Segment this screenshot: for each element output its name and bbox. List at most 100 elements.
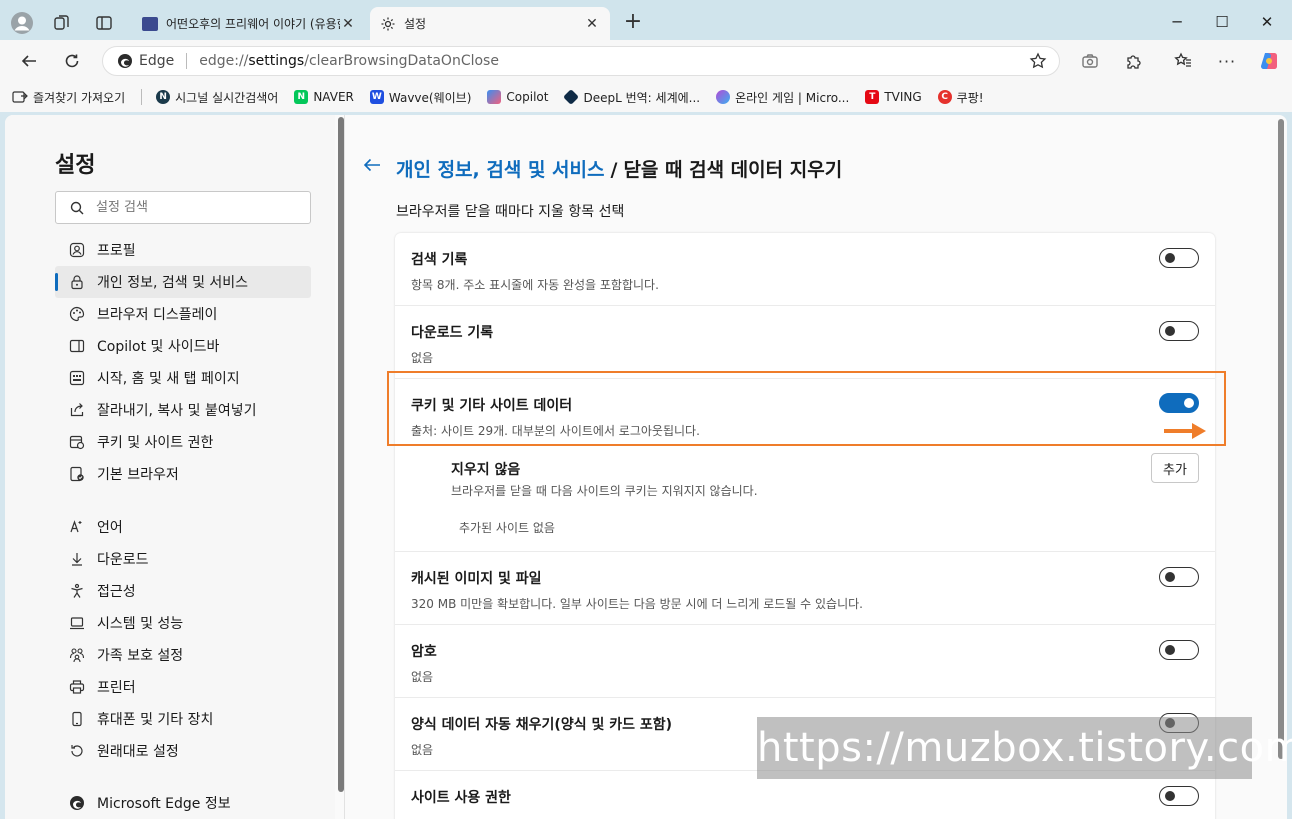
bookmark-signal[interactable]: N 시그널 실시간검색어 <box>156 89 278 106</box>
sidebar-item-accessibility[interactable]: 접근성 <box>55 575 311 607</box>
workspaces-button[interactable] <box>48 9 76 37</box>
bookmark-coupang[interactable]: C 쿠팡! <box>937 89 984 106</box>
back-arrow-icon[interactable] <box>363 157 381 173</box>
screenshot-button[interactable] <box>1075 47 1105 75</box>
option-browsing-history: 검색 기록 항목 8개. 주소 표시줄에 자동 완성을 포함합니다. <box>395 233 1215 306</box>
wavve-icon: W <box>369 90 384 104</box>
option-title: 사이트 사용 권한 <box>411 790 511 806</box>
bookmark-tving[interactable]: T TVING <box>865 90 922 104</box>
sidebar-item-start-home-newtab[interactable]: 시작, 홈 및 새 탭 페이지 <box>55 362 311 394</box>
site-label: Edge <box>139 53 175 69</box>
passwords-toggle[interactable] <box>1159 640 1199 660</box>
sidebar-item-label: 다운로드 <box>97 552 149 568</box>
option-description: 320 MB 미만을 확보합니다. 일부 사이트는 다음 방문 시에 더 느리게… <box>411 597 863 611</box>
tving-icon: T <box>865 90 880 104</box>
content-scrollbar[interactable] <box>1275 115 1287 819</box>
option-title: 쿠키 및 기타 사이트 데이터 <box>411 398 573 414</box>
tab-settings[interactable]: 설정 ✕ <box>370 7 610 40</box>
refresh-button[interactable] <box>57 47 87 75</box>
bookmark-msn-games[interactable]: 온라인 게임 | Micro... <box>716 89 849 106</box>
option-download-history: 다운로드 기록 없음 <box>395 306 1215 379</box>
more-dots-icon: ··· <box>1217 51 1237 71</box>
close-window-button[interactable]: ✕ <box>1244 8 1290 36</box>
bookmark-import-favorites[interactable]: 즐겨찾기 가져오기 <box>12 89 125 106</box>
scrollbar-thumb[interactable] <box>1278 119 1284 759</box>
gear-icon <box>381 17 395 30</box>
add-site-button[interactable]: 추가 <box>1151 453 1199 483</box>
msn-games-icon <box>716 90 731 104</box>
download-icon <box>69 551 85 567</box>
sidebar-item-cookies-permissions[interactable]: 쿠키 및 사이트 권한 <box>55 426 311 458</box>
close-tab-icon[interactable]: ✕ <box>584 16 600 32</box>
sidebar-item-label: 시작, 홈 및 새 탭 페이지 <box>97 371 240 387</box>
sidebar-item-default-browser[interactable]: 기본 브라우저 <box>55 458 311 490</box>
sidebar-item-copilot-sidebar[interactable]: Copilot 및 사이드바 <box>55 330 311 362</box>
tab-actions-icon <box>96 16 112 30</box>
sidebar-item-share-copy-paste[interactable]: 잘라내기, 복사 및 붙여넣기 <box>55 394 311 426</box>
share-icon <box>69 402 85 418</box>
sidebar-item-phone-devices[interactable]: 휴대폰 및 기타 장치 <box>55 703 311 735</box>
search-icon <box>70 201 84 214</box>
copilot-icon <box>1261 53 1277 69</box>
browsing-history-toggle[interactable] <box>1159 248 1199 268</box>
sidebar-item-label: Microsoft Edge 정보 <box>97 796 231 812</box>
bookmark-wavve[interactable]: W Wavve(웨이브) <box>369 89 471 106</box>
sidebar-item-printers[interactable]: 프린터 <box>55 671 311 703</box>
option-cookies-site-data: 쿠키 및 기타 사이트 데이터 출처: 사이트 29개. 대부분의 사이트에서 … <box>395 379 1215 552</box>
breadcrumb-separator: / <box>610 159 618 181</box>
download-history-toggle[interactable] <box>1159 321 1199 341</box>
profile-avatar-button[interactable] <box>8 9 36 37</box>
sidebar-item-label: 시스템 및 성능 <box>97 616 184 632</box>
cached-images-toggle[interactable] <box>1159 567 1199 587</box>
reset-icon <box>69 743 85 759</box>
sidebar-item-downloads[interactable]: 다운로드 <box>55 543 311 575</box>
cookies-site-data-toggle[interactable] <box>1159 393 1199 413</box>
bookmark-naver[interactable]: N NAVER <box>294 90 354 104</box>
profile-icon <box>69 242 85 258</box>
vertical-tabs-button[interactable] <box>90 9 118 37</box>
minimize-button[interactable]: ─ <box>1154 8 1200 36</box>
sidebar-item-label: 휴대폰 및 기타 장치 <box>97 712 214 728</box>
language-icon <box>69 519 85 535</box>
option-title: 검색 기록 <box>411 252 468 268</box>
option-title: 다운로드 기록 <box>411 325 494 341</box>
tab-title: 설정 <box>404 17 427 31</box>
sidebar-item-label: 언어 <box>97 520 123 536</box>
address-bar[interactable]: Edge edge://settings/clearBrowsingDataOn… <box>102 46 1060 76</box>
close-tab-icon[interactable]: ✕ <box>340 16 356 32</box>
settings-search-input[interactable] <box>96 200 296 215</box>
breadcrumb-parent-link[interactable]: 개인 정보, 검색 및 서비스 <box>396 159 604 181</box>
option-description: 없음 <box>411 743 434 757</box>
workspaces-icon <box>54 15 69 30</box>
extensions-button[interactable] <box>1119 47 1149 75</box>
copilot-button[interactable] <box>1254 47 1284 75</box>
settings-sidebar: 설정 프로필 개인 정보, 검색 및 서비스 브라우저 디스플레이 Copilo… <box>5 115 335 819</box>
bookmark-copilot[interactable]: Copilot <box>487 90 548 104</box>
sidebar-item-appearance[interactable]: 브라우저 디스플레이 <box>55 298 311 330</box>
sidebar-item-reset-settings[interactable]: 원래대로 설정 <box>55 735 311 767</box>
maximize-button[interactable]: ☐ <box>1199 8 1245 36</box>
option-description: 항목 8개. 주소 표시줄에 자동 완성을 포함합니다. <box>411 278 659 292</box>
printer-icon <box>69 679 85 695</box>
bookmark-deepl[interactable]: DeepL 번역: 세계에... <box>563 89 700 106</box>
settings-search-box[interactable] <box>55 191 311 224</box>
sidebar-item-label: 원래대로 설정 <box>97 744 179 760</box>
site-permissions-toggle[interactable] <box>1159 786 1199 806</box>
favorites-button[interactable] <box>1168 47 1198 75</box>
settings-content: 개인 정보, 검색 및 서비스 / 닫을 때 검색 데이터 지우기 브라우저를 닫을… <box>345 115 1287 819</box>
sidebar-item-privacy[interactable]: 개인 정보, 검색 및 서비스 <box>55 266 311 298</box>
tab-blog[interactable]: 어떤오후의 프리웨어 이야기 (유용한 ✕ <box>132 7 366 40</box>
sidebar-item-about-edge[interactable]: Microsoft Edge 정보 <box>55 787 311 819</box>
sidebar-item-profile[interactable]: 프로필 <box>55 234 311 266</box>
new-tab-button[interactable]: + <box>620 10 646 36</box>
sidebar-item-languages[interactable]: 언어 <box>55 511 311 543</box>
sidebar-item-system-performance[interactable]: 시스템 및 성능 <box>55 607 311 639</box>
phone-icon <box>69 711 85 727</box>
watermark: https://muzbox.tistory.com <box>757 717 1292 779</box>
signal-icon: N <box>156 90 171 104</box>
back-button[interactable] <box>14 47 44 75</box>
add-favorite-star-icon[interactable] <box>1029 52 1047 70</box>
sidebar-item-family-safety[interactable]: 가족 보호 설정 <box>55 639 311 671</box>
more-menu-button[interactable]: ··· <box>1212 47 1242 75</box>
url-text: edge://settings/clearBrowsingDataOnClose <box>199 53 499 69</box>
